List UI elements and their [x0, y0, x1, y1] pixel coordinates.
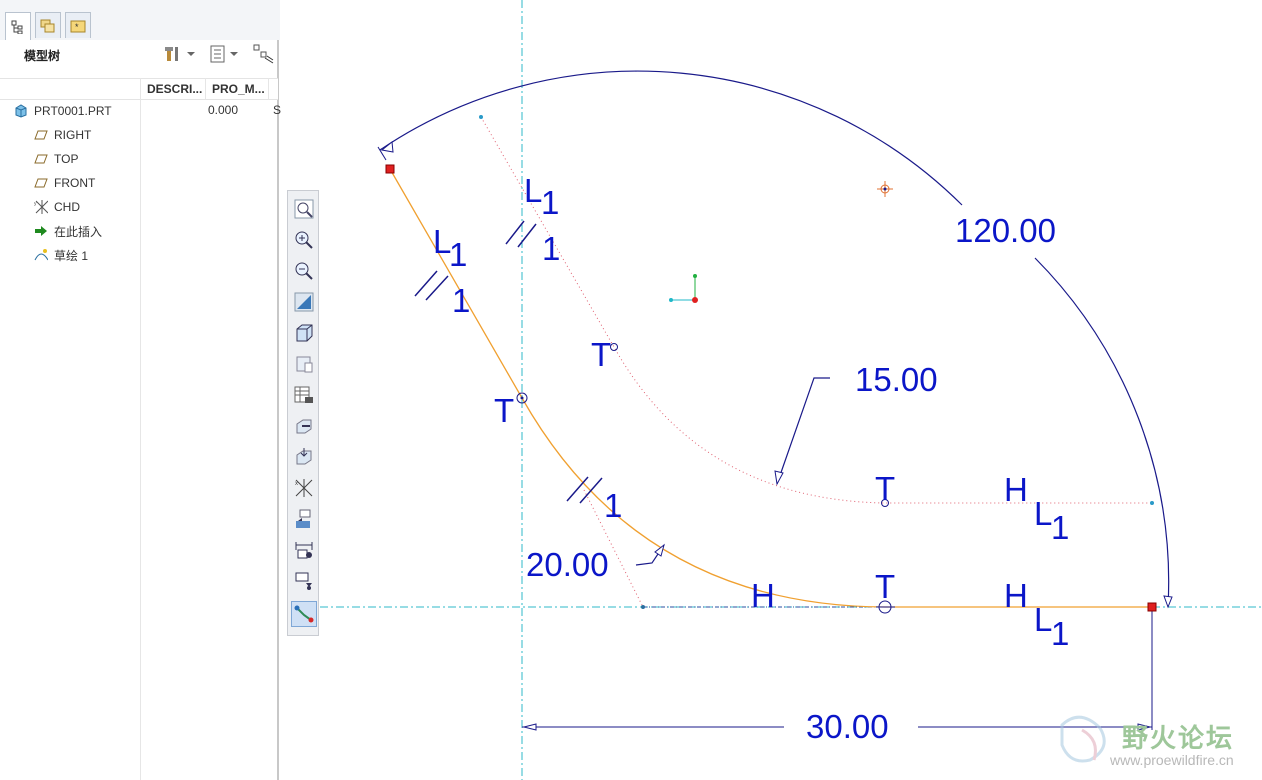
tangent-point-dot — [520, 396, 524, 400]
constraint-subscript: 1 — [449, 236, 468, 273]
constraint-parallel-label[interactable]: L — [1034, 603, 1052, 636]
constraint-horizontal-label[interactable]: H — [1004, 473, 1028, 506]
watermark-logo-icon — [1060, 715, 1106, 763]
watermark-url: www.proewildfire.cn — [1110, 752, 1234, 768]
constraint-horizontal-label[interactable]: H — [1004, 579, 1028, 612]
leader-radius-small[interactable] — [776, 377, 830, 485]
constraint-subscript: 1 — [541, 184, 560, 221]
dimension-radius-small[interactable]: 15.00 — [855, 363, 938, 396]
constraint-subscript: 1 — [1051, 509, 1070, 546]
arrow-head — [774, 470, 784, 486]
endpoint-start[interactable] — [385, 164, 395, 174]
arrow-head — [523, 723, 537, 731]
equal-mark — [505, 220, 537, 248]
construction-point[interactable] — [1150, 501, 1154, 505]
constraint-horizontal-label[interactable]: H — [751, 579, 775, 612]
sketch-canvas[interactable] — [0, 0, 1262, 780]
construction-point[interactable] — [610, 343, 618, 351]
constraint-parallel-label[interactable]: L — [524, 174, 542, 207]
angle-arc-lower[interactable] — [1034, 257, 1170, 608]
constraint-tangent-label[interactable]: T — [875, 472, 895, 505]
dimension-radius-large[interactable]: 20.00 — [526, 548, 609, 581]
dimension-angle[interactable]: 120.00 — [955, 214, 1056, 247]
equal-mark — [414, 270, 449, 301]
constraint-tangent-label[interactable]: T — [875, 570, 895, 603]
construction-point[interactable] — [479, 115, 483, 119]
constraint-parallel-label[interactable]: L — [1034, 497, 1052, 530]
arrow-head — [1163, 595, 1173, 609]
triad-icon — [669, 274, 698, 303]
dimension-horizontal[interactable]: 30.00 — [806, 710, 889, 743]
angle-arc-upper[interactable] — [379, 70, 963, 206]
arc-center-icon[interactable] — [877, 181, 893, 197]
endpoint-end[interactable] — [1147, 602, 1157, 612]
construction-offset-curve[interactable] — [480, 116, 1152, 504]
constraint-tangent-label[interactable]: T — [494, 394, 514, 427]
constraint-subscript: 1 — [1051, 615, 1070, 652]
constraint-equal-label[interactable]: 1 — [604, 489, 622, 522]
center-point[interactable] — [641, 605, 645, 609]
watermark-name: 野火论坛 — [1122, 723, 1235, 753]
constraint-equal-label[interactable]: 1 — [542, 232, 560, 265]
constraint-equal-label[interactable]: 1 — [452, 284, 470, 317]
constraint-tangent-label[interactable]: T — [591, 338, 611, 371]
